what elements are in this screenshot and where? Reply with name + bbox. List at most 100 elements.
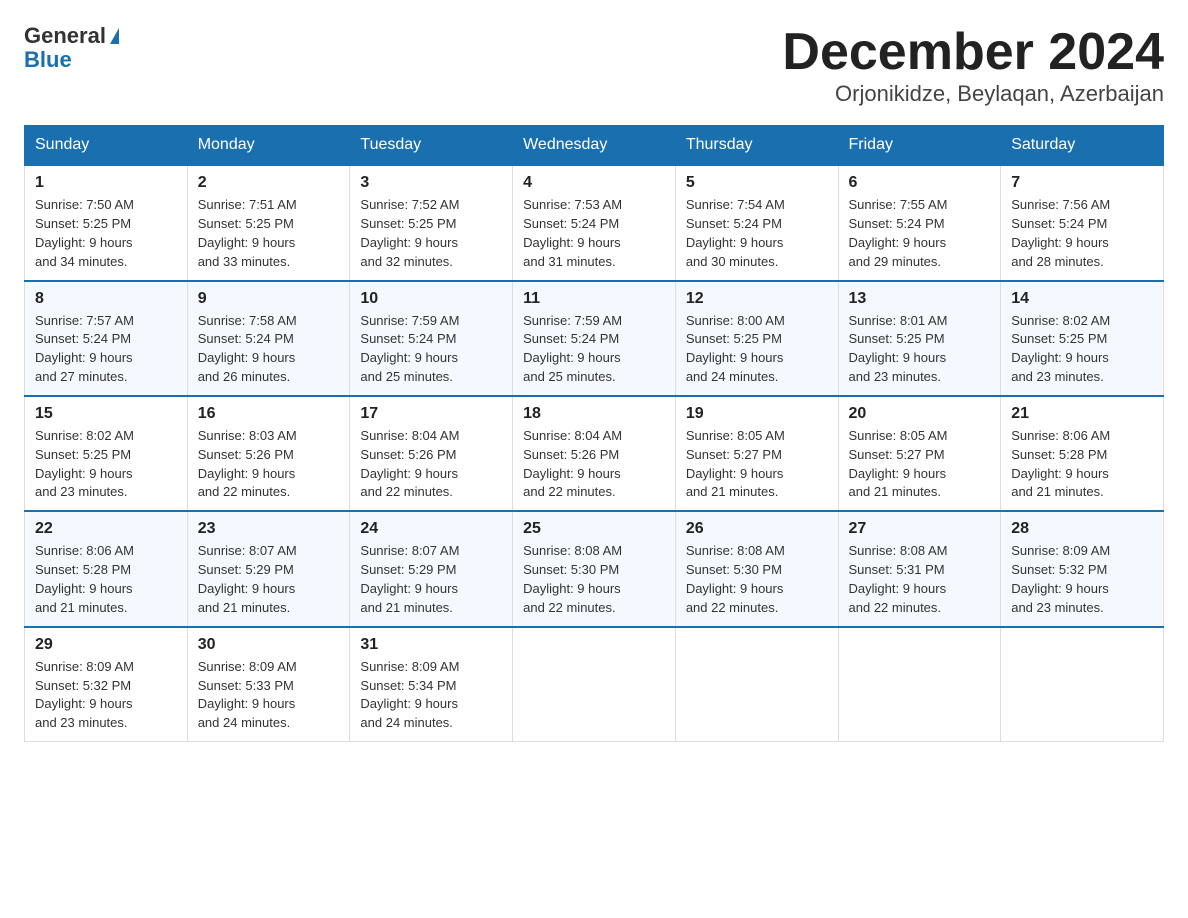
day-info: Sunrise: 7:52 AMSunset: 5:25 PMDaylight:… [360,197,459,269]
day-info: Sunrise: 8:00 AMSunset: 5:25 PMDaylight:… [686,313,785,385]
day-number: 9 [198,290,340,308]
calendar-cell: 4 Sunrise: 7:53 AMSunset: 5:24 PMDayligh… [513,165,676,280]
calendar-cell: 12 Sunrise: 8:00 AMSunset: 5:25 PMDaylig… [675,281,838,396]
week-row-1: 1 Sunrise: 7:50 AMSunset: 5:25 PMDayligh… [25,165,1164,280]
logo-text-blue: Blue [24,48,72,72]
day-info: Sunrise: 8:07 AMSunset: 5:29 PMDaylight:… [198,543,297,615]
weekday-header-friday: Friday [838,126,1001,166]
calendar-body: 1 Sunrise: 7:50 AMSunset: 5:25 PMDayligh… [25,165,1164,741]
calendar-cell: 22 Sunrise: 8:06 AMSunset: 5:28 PMDaylig… [25,511,188,626]
day-info: Sunrise: 7:59 AMSunset: 5:24 PMDaylight:… [360,313,459,385]
day-number: 7 [1011,174,1153,192]
calendar-cell: 1 Sunrise: 7:50 AMSunset: 5:25 PMDayligh… [25,165,188,280]
day-info: Sunrise: 7:53 AMSunset: 5:24 PMDaylight:… [523,197,622,269]
day-number: 26 [686,520,828,538]
weekday-header-wednesday: Wednesday [513,126,676,166]
calendar-cell: 17 Sunrise: 8:04 AMSunset: 5:26 PMDaylig… [350,396,513,511]
day-info: Sunrise: 7:51 AMSunset: 5:25 PMDaylight:… [198,197,297,269]
day-info: Sunrise: 8:09 AMSunset: 5:32 PMDaylight:… [35,659,134,731]
day-info: Sunrise: 8:08 AMSunset: 5:30 PMDaylight:… [523,543,622,615]
weekday-header-saturday: Saturday [1001,126,1164,166]
calendar-cell: 6 Sunrise: 7:55 AMSunset: 5:24 PMDayligh… [838,165,1001,280]
calendar-cell: 30 Sunrise: 8:09 AMSunset: 5:33 PMDaylig… [187,627,350,742]
day-number: 27 [849,520,991,538]
calendar-table: SundayMondayTuesdayWednesdayThursdayFrid… [24,125,1164,742]
calendar-cell: 11 Sunrise: 7:59 AMSunset: 5:24 PMDaylig… [513,281,676,396]
day-number: 20 [849,405,991,423]
week-row-5: 29 Sunrise: 8:09 AMSunset: 5:32 PMDaylig… [25,627,1164,742]
calendar-cell: 27 Sunrise: 8:08 AMSunset: 5:31 PMDaylig… [838,511,1001,626]
day-info: Sunrise: 7:56 AMSunset: 5:24 PMDaylight:… [1011,197,1110,269]
calendar-cell: 14 Sunrise: 8:02 AMSunset: 5:25 PMDaylig… [1001,281,1164,396]
day-info: Sunrise: 7:55 AMSunset: 5:24 PMDaylight:… [849,197,948,269]
weekday-header-monday: Monday [187,126,350,166]
calendar-cell [675,627,838,742]
calendar-subtitle: Orjonikidze, Beylaqan, Azerbaijan [782,81,1164,107]
calendar-cell: 21 Sunrise: 8:06 AMSunset: 5:28 PMDaylig… [1001,396,1164,511]
calendar-cell: 20 Sunrise: 8:05 AMSunset: 5:27 PMDaylig… [838,396,1001,511]
logo-text-general: General [24,24,106,48]
day-info: Sunrise: 8:05 AMSunset: 5:27 PMDaylight:… [849,428,948,500]
week-row-4: 22 Sunrise: 8:06 AMSunset: 5:28 PMDaylig… [25,511,1164,626]
calendar-cell [1001,627,1164,742]
calendar-cell: 5 Sunrise: 7:54 AMSunset: 5:24 PMDayligh… [675,165,838,280]
day-number: 14 [1011,290,1153,308]
weekday-header-sunday: Sunday [25,126,188,166]
calendar-cell: 13 Sunrise: 8:01 AMSunset: 5:25 PMDaylig… [838,281,1001,396]
day-info: Sunrise: 8:09 AMSunset: 5:32 PMDaylight:… [1011,543,1110,615]
day-info: Sunrise: 7:54 AMSunset: 5:24 PMDaylight:… [686,197,785,269]
day-info: Sunrise: 8:05 AMSunset: 5:27 PMDaylight:… [686,428,785,500]
calendar-cell: 9 Sunrise: 7:58 AMSunset: 5:24 PMDayligh… [187,281,350,396]
day-info: Sunrise: 8:02 AMSunset: 5:25 PMDaylight:… [1011,313,1110,385]
day-number: 23 [198,520,340,538]
calendar-header: SundayMondayTuesdayWednesdayThursdayFrid… [25,126,1164,166]
day-number: 4 [523,174,665,192]
calendar-cell: 3 Sunrise: 7:52 AMSunset: 5:25 PMDayligh… [350,165,513,280]
day-number: 1 [35,174,177,192]
day-number: 5 [686,174,828,192]
day-number: 25 [523,520,665,538]
day-info: Sunrise: 8:04 AMSunset: 5:26 PMDaylight:… [360,428,459,500]
day-number: 22 [35,520,177,538]
calendar-cell: 24 Sunrise: 8:07 AMSunset: 5:29 PMDaylig… [350,511,513,626]
day-number: 18 [523,405,665,423]
day-info: Sunrise: 8:09 AMSunset: 5:33 PMDaylight:… [198,659,297,731]
calendar-title: December 2024 [782,24,1164,81]
day-number: 28 [1011,520,1153,538]
day-info: Sunrise: 8:04 AMSunset: 5:26 PMDaylight:… [523,428,622,500]
day-info: Sunrise: 8:09 AMSunset: 5:34 PMDaylight:… [360,659,459,731]
day-info: Sunrise: 8:06 AMSunset: 5:28 PMDaylight:… [1011,428,1110,500]
calendar-cell: 15 Sunrise: 8:02 AMSunset: 5:25 PMDaylig… [25,396,188,511]
calendar-cell: 25 Sunrise: 8:08 AMSunset: 5:30 PMDaylig… [513,511,676,626]
calendar-cell: 2 Sunrise: 7:51 AMSunset: 5:25 PMDayligh… [187,165,350,280]
day-info: Sunrise: 8:08 AMSunset: 5:30 PMDaylight:… [686,543,785,615]
day-info: Sunrise: 7:57 AMSunset: 5:24 PMDaylight:… [35,313,134,385]
day-number: 6 [849,174,991,192]
day-number: 8 [35,290,177,308]
calendar-cell: 7 Sunrise: 7:56 AMSunset: 5:24 PMDayligh… [1001,165,1164,280]
day-info: Sunrise: 8:01 AMSunset: 5:25 PMDaylight:… [849,313,948,385]
title-block: December 2024 Orjonikidze, Beylaqan, Aze… [782,24,1164,107]
day-number: 3 [360,174,502,192]
logo: General Blue [24,24,119,72]
day-number: 15 [35,405,177,423]
calendar-cell: 28 Sunrise: 8:09 AMSunset: 5:32 PMDaylig… [1001,511,1164,626]
day-number: 11 [523,290,665,308]
day-number: 13 [849,290,991,308]
calendar-cell: 10 Sunrise: 7:59 AMSunset: 5:24 PMDaylig… [350,281,513,396]
day-number: 29 [35,636,177,654]
calendar-cell: 16 Sunrise: 8:03 AMSunset: 5:26 PMDaylig… [187,396,350,511]
day-number: 30 [198,636,340,654]
calendar-cell: 31 Sunrise: 8:09 AMSunset: 5:34 PMDaylig… [350,627,513,742]
calendar-cell [513,627,676,742]
day-info: Sunrise: 7:59 AMSunset: 5:24 PMDaylight:… [523,313,622,385]
weekday-header-tuesday: Tuesday [350,126,513,166]
day-info: Sunrise: 8:02 AMSunset: 5:25 PMDaylight:… [35,428,134,500]
day-info: Sunrise: 7:58 AMSunset: 5:24 PMDaylight:… [198,313,297,385]
day-info: Sunrise: 7:50 AMSunset: 5:25 PMDaylight:… [35,197,134,269]
day-number: 21 [1011,405,1153,423]
week-row-2: 8 Sunrise: 7:57 AMSunset: 5:24 PMDayligh… [25,281,1164,396]
day-number: 2 [198,174,340,192]
calendar-cell [838,627,1001,742]
day-number: 17 [360,405,502,423]
